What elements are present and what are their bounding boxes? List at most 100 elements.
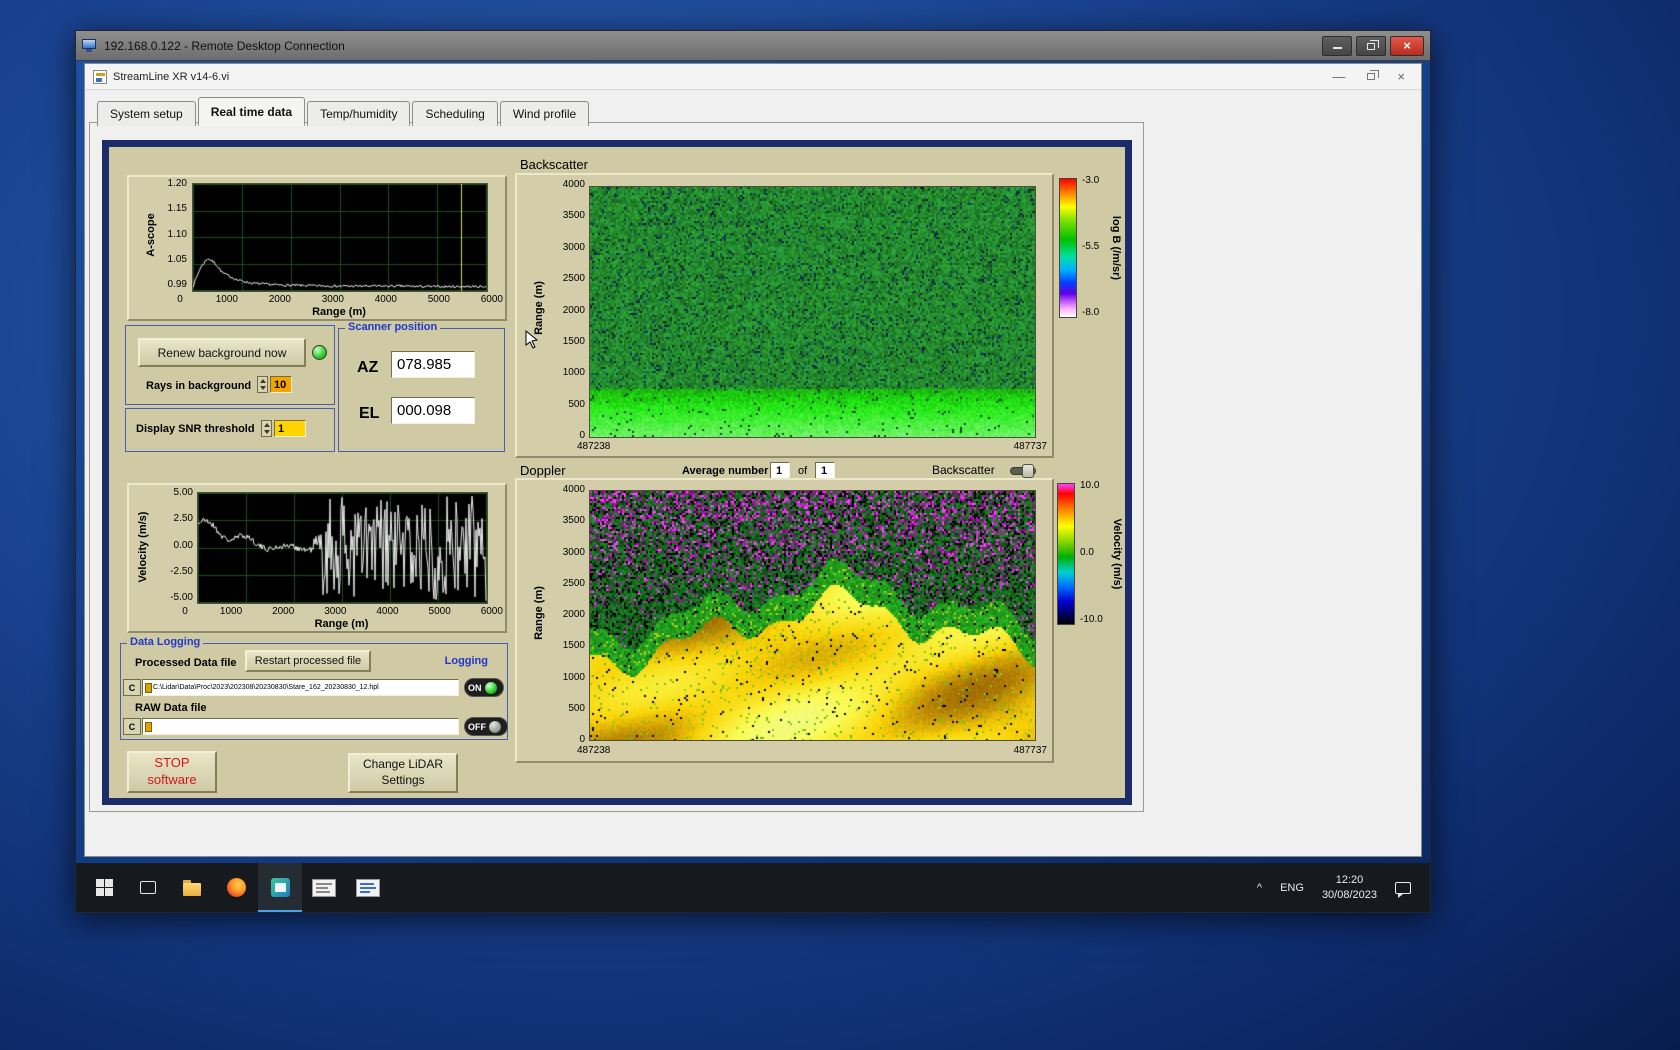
rdp-window: 192.168.0.122 - Remote Desktop Connectio… [75,30,1431,913]
app-restore-button[interactable] [1367,70,1380,83]
rays-value-field[interactable]: 10 [270,376,292,393]
of-label: of [798,465,808,477]
velocity-plot [197,492,488,604]
logging-label: Logging [444,655,488,667]
raw-data-file-path[interactable] [142,718,459,735]
restart-processed-file-button[interactable]: Restart processed file [245,650,371,672]
doppler-chart: Range (m) 4000 3500 3000 2500 2000 1500 … [515,478,1054,763]
doppler-heatmap [589,490,1036,741]
stop-software-button[interactable]: STOP software [127,751,217,793]
processed-data-file-path[interactable]: C:\Lidar\Data\Proc\2023\202308\20230830\… [142,679,459,696]
vi-window-button[interactable] [346,863,390,912]
rays-spinner[interactable] [257,376,268,393]
average-count-field[interactable]: 1 [815,462,835,479]
average-number-field[interactable]: 1 [770,462,790,479]
start-button[interactable] [82,863,126,912]
el-value-field[interactable]: 000.098 [391,397,475,424]
folder-icon [183,879,201,896]
mini-window-blue-icon [356,878,380,897]
clock-date: 30/08/2023 [1321,888,1377,901]
velocity-y-axis-label: Velocity (m/s) [137,511,149,583]
app-window-title: StreamLine XR v14-6.vi [113,70,230,83]
language-indicator[interactable]: ENG [1273,863,1311,912]
raw-logging-led [489,720,501,733]
remote-desktop-icon [82,39,98,52]
backscatter-display-toggle[interactable] [1010,464,1036,478]
backscatter-toggle-label: Backscatter [932,463,995,477]
ascope-y-ticks: 1.20 1.15 1.10 1.05 0.99 [167,178,187,290]
rdp-restore-button[interactable] [1356,35,1386,56]
file-explorer-button[interactable] [170,863,214,912]
tab-bar: System setup Real time data Temp/humidit… [97,96,591,126]
processed-logging-toggle[interactable]: ON [464,678,504,697]
raw-data-file-label: RAW Data file [135,702,207,714]
active-app-button[interactable] [258,863,302,912]
doppler-title: Doppler [520,463,566,478]
backscatter-y-ticks: 4000 3500 3000 2500 2000 1500 1000 500 0 [562,179,585,441]
tab-page: A-scope 1.20 1.15 1.10 1.05 0.99 0 1000 [89,122,1144,812]
app-titlebar[interactable]: StreamLine XR v14-6.vi — × [85,64,1421,90]
snr-spinner[interactable] [261,420,272,437]
remote-desktop: StreamLine XR v14-6.vi — × System setup … [76,61,1430,912]
rdp-close-button[interactable]: × [1390,35,1424,56]
windows-logo-icon [95,879,113,896]
backscatter-colorbar: -3.0 -5.5 -8.0 [1059,175,1099,318]
renew-background-led [312,345,327,360]
doppler-y-axis-label: Range (m) [533,586,545,640]
ascope-plot [192,183,488,292]
velocity-chart: Velocity (m/s) 5.00 2.50 0.00 -2.50 -5.0… [127,483,507,633]
doppler-colorbar-label: Velocity (m/s) [1111,518,1123,590]
doppler-y-ticks: 4000 3500 3000 2500 2000 1500 1000 500 0 [562,484,585,745]
doppler-colorbar: 10.0 0.0 -10.0 [1057,480,1103,625]
scanner-position-group: Scanner position AZ 078.985 EL 000.098 [338,321,505,452]
doppler-x-ticks: 487238 487737 [577,745,1047,756]
ascope-chart: A-scope 1.20 1.15 1.10 1.05 0.99 0 1000 [127,175,507,321]
rdp-titlebar[interactable]: 192.168.0.122 - Remote Desktop Connectio… [76,31,1430,61]
snr-threshold-label: Display SNR threshold [136,423,255,435]
raw-path-type-selector[interactable]: C [123,718,141,735]
ascope-x-axis-label: Range (m) [312,306,366,318]
task-view-button[interactable] [126,863,170,912]
tab-scheduling[interactable]: Scheduling [412,101,498,126]
image-viewer-icon [270,878,290,897]
snr-value-field[interactable]: 1 [274,420,306,437]
background-controls-group: Renew background now Rays in background … [125,325,335,405]
backscatter-chart: Range (m) 4000 3500 3000 2500 2000 1500 … [515,173,1054,458]
tab-wind-profile[interactable]: Wind profile [499,101,590,126]
taskbar: ^ ENG 12:20 30/08/2023 [76,863,1430,912]
tab-real-time-data[interactable]: Real time data [197,97,306,126]
ascope-x-ticks: 0 1000 2000 3000 4000 5000 6000 [177,294,503,305]
real-time-data-panel: A-scope 1.20 1.15 1.10 1.05 0.99 0 1000 [102,140,1132,805]
firefox-button[interactable] [214,863,258,912]
app-close-button[interactable]: × [1397,70,1405,83]
az-value-field[interactable]: 078.985 [391,351,475,378]
raw-logging-toggle[interactable]: OFF [464,717,508,736]
ascope-y-axis-label: A-scope [145,213,157,257]
backscatter-x-ticks: 487238 487737 [577,441,1047,452]
tray-chevron[interactable]: ^ [1250,863,1269,912]
el-label: EL [359,405,380,422]
az-label: AZ [357,359,379,376]
change-lidar-settings-button[interactable]: Change LiDAR Settings [348,753,458,793]
processed-logging-led [484,681,497,694]
processed-data-file-label: Processed Data file [135,657,237,669]
labview-vi-icon [93,69,107,84]
mouse-cursor [525,330,539,349]
backscatter-title: Backscatter [520,157,588,172]
processed-path-type-selector[interactable]: C [123,679,141,696]
velocity-x-ticks: 0 1000 2000 3000 4000 5000 6000 [182,606,503,617]
notification-icon [1395,881,1411,898]
renew-background-button[interactable]: Renew background now [138,338,306,367]
tab-system-setup[interactable]: System setup [97,101,196,126]
velocity-x-axis-label: Range (m) [314,618,369,630]
scan-scheduler-window-button[interactable] [302,863,346,912]
app-minimize-button[interactable]: — [1332,70,1345,83]
action-center-button[interactable] [1388,863,1418,912]
clock[interactable]: 12:20 30/08/2023 [1315,863,1384,912]
scanner-position-title: Scanner position [345,321,441,333]
rdp-minimize-button[interactable] [1322,35,1352,56]
task-view-icon [140,881,156,894]
clock-time: 12:20 [1335,873,1364,886]
tab-temp-humidity[interactable]: Temp/humidity [307,101,411,126]
average-number-label: Average number [682,465,769,477]
